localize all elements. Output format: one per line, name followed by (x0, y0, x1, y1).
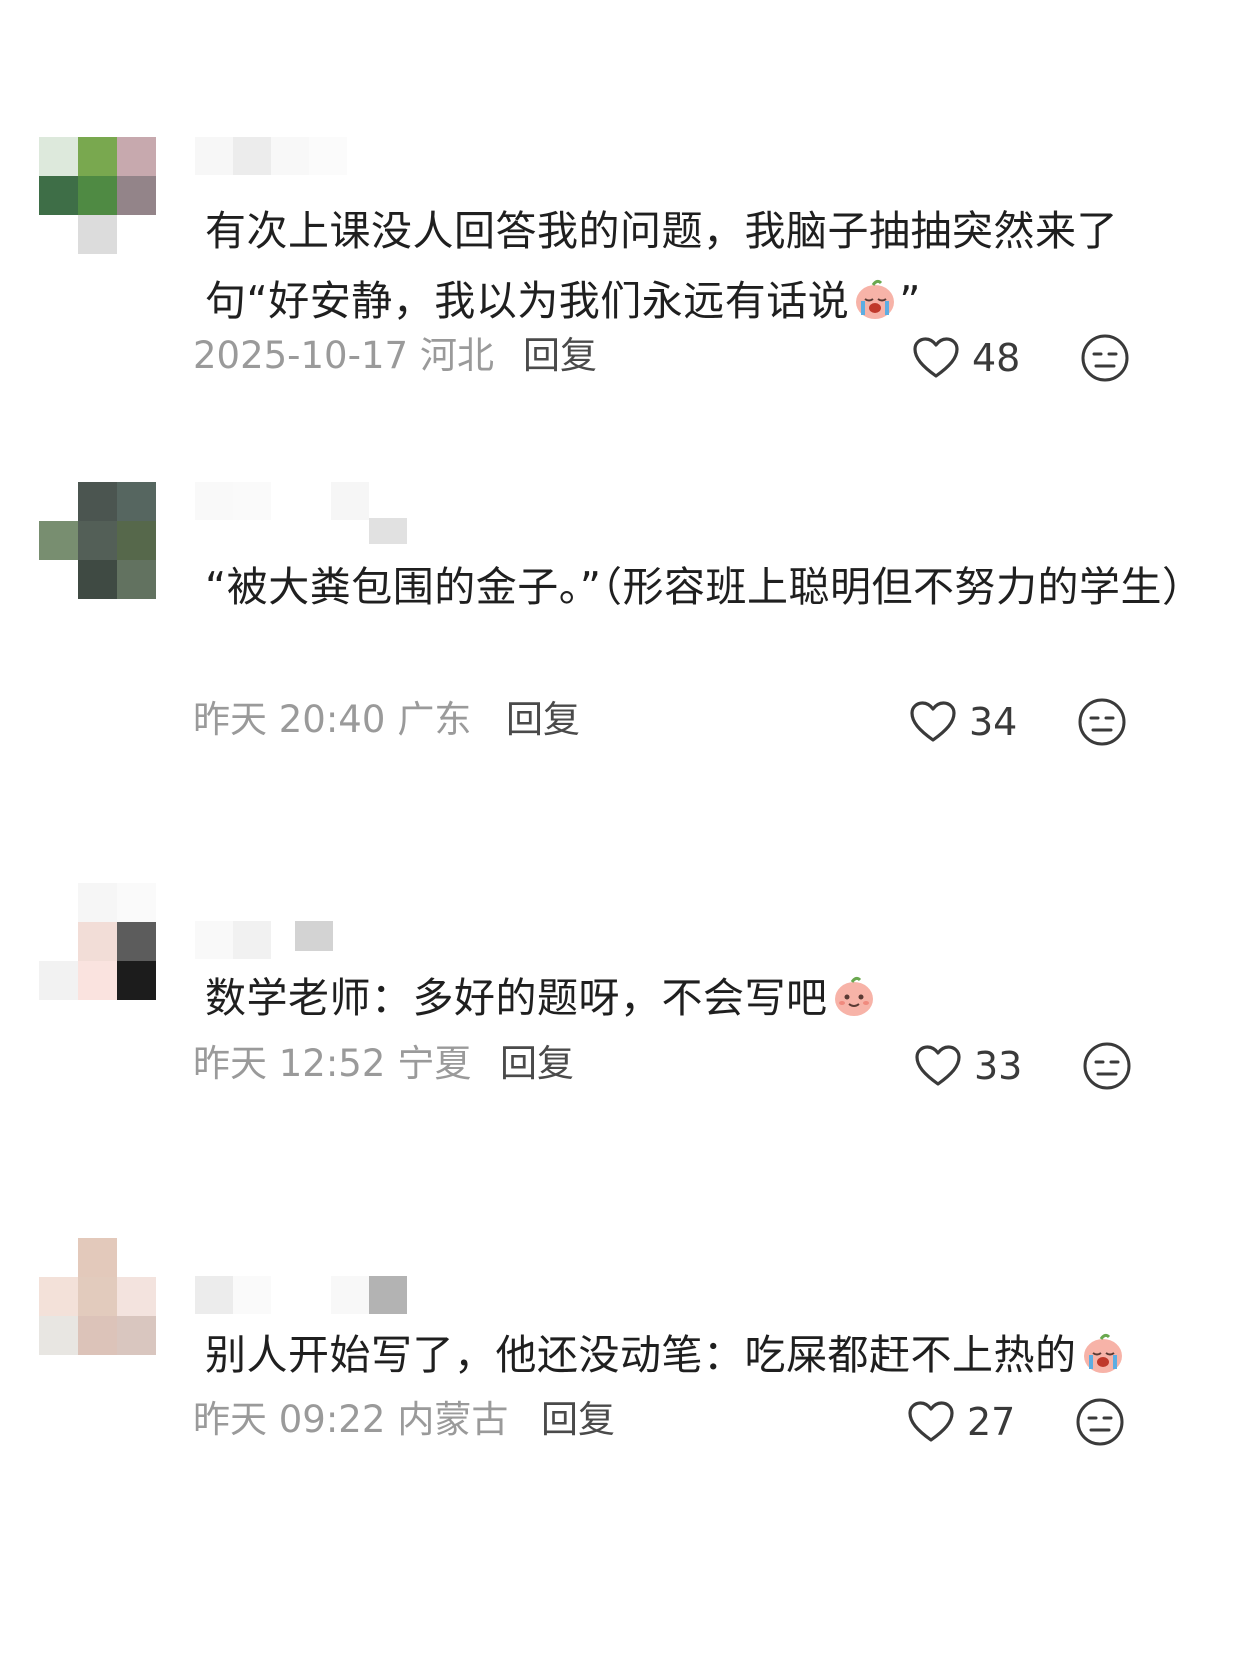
neutral-face-icon[interactable] (1077, 697, 1127, 747)
username-blurred[interactable] (195, 1276, 435, 1316)
comment-time: 昨天 12:52 (193, 1042, 386, 1085)
like-count: 27 (967, 1400, 1016, 1444)
comment-text-body: 别人开始写了，他还没动笔：吃屎都赶不上热的 (205, 1331, 1077, 1379)
comment-text-body: 数学老师：多好的题呀，不会写吧 (205, 974, 828, 1022)
comment-time: 昨天 20:40 (193, 698, 386, 741)
comment-text: “被大粪包围的金子。”（形容班上聪明但不努力的学生） (205, 552, 1203, 622)
comment-text: 别人开始写了，他还没动笔：吃屎都赶不上热的 (205, 1320, 1195, 1390)
smiling-peach-emoji (834, 976, 873, 1016)
comment-text: 有次上课没人回答我的问题，我脑子抽抽突然来了句“好安静，我以为我们永远有话说” (205, 196, 1195, 336)
crying-peach-emoji (856, 279, 895, 319)
heart-outline-icon (910, 701, 956, 742)
neutral-face-icon[interactable] (1082, 1041, 1132, 1091)
like-button[interactable]: 34 (909, 692, 1017, 752)
comment-meta: 2025-10-17 河北 (193, 326, 494, 386)
avatar[interactable] (39, 1238, 156, 1355)
avatar[interactable] (39, 137, 156, 254)
comment-time: 昨天 09:22 (193, 1398, 386, 1441)
avatar[interactable] (39, 883, 156, 1000)
like-button[interactable]: 48 (912, 328, 1020, 388)
like-button[interactable]: 33 (914, 1036, 1022, 1096)
comment-meta: 昨天 12:52 宁夏 (193, 1034, 471, 1094)
comment-text-body: 有次上课没人回答我的问题，我脑子抽抽突然来了句“好安静，我以为我们永远有话说 (205, 207, 1118, 325)
reply-button[interactable]: 回复 (541, 1390, 615, 1450)
like-count: 34 (969, 700, 1018, 744)
neutral-face-icon[interactable] (1080, 333, 1130, 383)
heart-outline-icon (913, 337, 959, 378)
comment-location: 河北 (420, 334, 495, 377)
comment-location: 广东 (397, 698, 472, 741)
heart-outline-icon (908, 1401, 954, 1442)
comment-location: 宁夏 (397, 1042, 472, 1085)
comment-meta: 昨天 09:22 内蒙古 (193, 1390, 508, 1450)
avatar[interactable] (39, 482, 156, 599)
heart-outline-icon (915, 1045, 961, 1086)
username-blurred[interactable] (195, 137, 435, 177)
like-count: 48 (972, 336, 1021, 380)
crying-peach-emoji (1083, 1333, 1122, 1373)
comment-location: 内蒙古 (397, 1398, 509, 1441)
reply-button[interactable]: 回复 (500, 1034, 574, 1094)
comment-text-body: “被大粪包围的金子。”（形容班上聪明但不努力的学生） (205, 563, 1204, 611)
username-blurred[interactable] (195, 482, 435, 544)
like-button[interactable]: 27 (907, 1392, 1015, 1452)
comment-meta: 昨天 20:40 广东 (193, 690, 471, 750)
reply-button[interactable]: 回复 (506, 690, 580, 750)
reply-button[interactable]: 回复 (523, 326, 597, 386)
like-count: 33 (974, 1044, 1023, 1088)
comment-text: 数学老师：多好的题呀，不会写吧 (205, 963, 1195, 1033)
comment-time: 2025-10-17 (193, 334, 409, 377)
comment-text-tail: ” (899, 277, 921, 325)
neutral-face-icon[interactable] (1075, 1397, 1125, 1447)
username-blurred[interactable] (195, 921, 435, 961)
